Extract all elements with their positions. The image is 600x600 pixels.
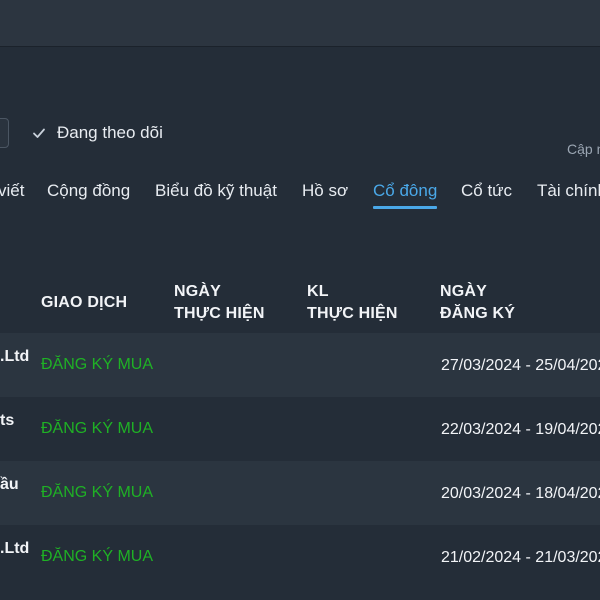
shareholder-name: .Ltd: [0, 540, 30, 557]
shareholder-name: .Ltd: [0, 348, 30, 365]
shareholder-name: ts: [0, 412, 15, 429]
tab-community[interactable]: Cộng đồng: [47, 181, 130, 201]
table-row[interactable]: .Ltd ĐĂNG KÝ MUA 27/03/2024 - 25/04/2024: [0, 333, 600, 397]
header-exec-date-line1: NGÀY: [174, 283, 222, 300]
shareholder-transactions-table: GIAO DỊCH NGÀY THỰC HIỆN KL THỰC HIỆN NG…: [0, 268, 600, 589]
check-icon: [33, 128, 45, 138]
transaction-type: ĐĂNG KÝ MUA: [41, 548, 154, 565]
tab-shareholders[interactable]: Cổ đông: [373, 181, 437, 201]
registration-date: 20/03/2024 - 18/04/2024: [441, 485, 600, 502]
top-toolbar-strip: [0, 0, 600, 47]
header-reg-date-line2: ĐĂNG KÝ: [440, 305, 516, 322]
follow-label: Đang theo dõi: [57, 123, 163, 142]
header-transaction: GIAO DỊCH: [41, 294, 128, 311]
follow-status[interactable]: Đang theo dõi: [32, 122, 163, 144]
transaction-type: ĐĂNG KÝ MUA: [41, 356, 154, 373]
table-header: GIAO DỊCH NGÀY THỰC HIỆN KL THỰC HIỆN NG…: [0, 268, 600, 333]
header-exec-volume-line1: KL: [307, 283, 329, 300]
tab-technical-chart[interactable]: Biểu đồ kỹ thuật: [155, 181, 277, 201]
registration-date: 21/02/2024 - 21/03/2024: [441, 549, 600, 566]
registration-date: 22/03/2024 - 19/04/2024: [441, 421, 600, 438]
tab-dividends[interactable]: Cổ tức: [461, 181, 512, 201]
shareholder-name: ầu: [0, 476, 19, 493]
active-tab-underline: [373, 206, 437, 209]
partial-button[interactable]: [0, 118, 9, 148]
registration-date: 27/03/2024 - 25/04/2024: [441, 357, 600, 374]
header-reg-date-line1: NGÀY: [440, 283, 488, 300]
table-row[interactable]: .Ltd ĐĂNG KÝ MUA 21/02/2024 - 21/03/2024: [0, 525, 600, 589]
page-root: Đang theo dõi Cập n viết Cộng đồng Biểu …: [0, 0, 600, 600]
tab-financials[interactable]: Tài chính: [537, 181, 600, 201]
table-row[interactable]: ầu ĐĂNG KÝ MUA 20/03/2024 - 18/04/2024: [0, 461, 600, 525]
header-exec-volume-line2: THỰC HIỆN: [307, 305, 398, 322]
transaction-type: ĐĂNG KÝ MUA: [41, 420, 154, 437]
tab-profile[interactable]: Hồ sơ: [302, 181, 348, 201]
tab-posts[interactable]: viết: [0, 181, 24, 201]
tab-bar: viết Cộng đồng Biểu đồ kỹ thuật Hồ sơ Cổ…: [0, 172, 600, 212]
header-exec-date-line2: THỰC HIỆN: [174, 305, 265, 322]
update-label: Cập n: [567, 141, 600, 157]
table-row[interactable]: ts ĐĂNG KÝ MUA 22/03/2024 - 19/04/2024: [0, 397, 600, 461]
transaction-type: ĐĂNG KÝ MUA: [41, 484, 154, 501]
